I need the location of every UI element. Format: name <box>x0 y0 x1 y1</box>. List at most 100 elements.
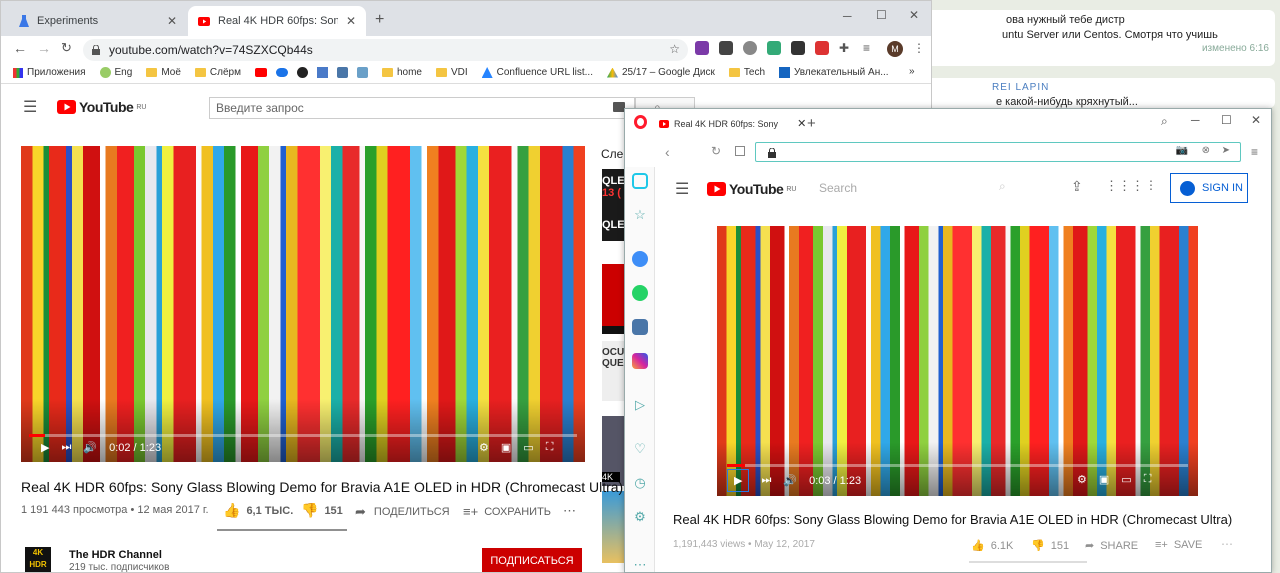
search-input[interactable]: Введите запрос <box>209 97 635 119</box>
bookmark-folder[interactable]: Tech <box>728 67 765 78</box>
maximize-button[interactable]: ☐ <box>1221 113 1232 127</box>
instagram-icon[interactable] <box>632 353 648 369</box>
extension-icon[interactable] <box>815 41 829 55</box>
more-icon[interactable]: ⋮ <box>1145 178 1157 192</box>
new-tab-button[interactable]: + <box>807 115 816 132</box>
star-icon[interactable]: ☆ <box>669 42 680 56</box>
minimize-button[interactable]: ─ <box>843 9 852 23</box>
bookmark-item[interactable]: Eng <box>99 67 132 78</box>
video-player[interactable]: ▶ ⏭ 🔊 0:03 / 1:23 ⚙ ▣ ▭ ⛶ <box>717 226 1198 496</box>
maximize-button[interactable]: ☐ <box>876 8 887 22</box>
settings-icon[interactable]: ⚙ <box>479 441 489 454</box>
easy-setup-icon[interactable]: ≡ <box>1251 145 1258 159</box>
menu-icon[interactable]: ⋮ <box>913 41 925 57</box>
search-icon[interactable]: ⌕ <box>999 179 1006 194</box>
heart-icon[interactable]: ♡ <box>632 441 648 457</box>
play-icon[interactable]: ▶ <box>727 469 750 492</box>
progress-bar[interactable] <box>29 434 577 437</box>
hamburger-menu-icon[interactable]: ☰ <box>23 97 37 117</box>
bookmark-item[interactable]: Confluence URL list... <box>481 67 593 78</box>
back-icon[interactable]: ‹ <box>665 144 670 160</box>
next-icon[interactable]: ⏭ <box>761 474 771 487</box>
reload-icon[interactable]: ↻ <box>711 144 721 158</box>
bookmark-folder[interactable]: Слёрм <box>194 67 241 78</box>
bookmark-folder[interactable]: home <box>381 67 422 78</box>
bookmark-folder[interactable]: Моё <box>146 67 181 78</box>
whatsapp-icon[interactable] <box>632 285 648 301</box>
bookmarks-icon[interactable]: ☆ <box>632 207 648 223</box>
dislike-button[interactable]: 👎 151 <box>301 502 343 519</box>
sign-in-button[interactable]: SIGN IN <box>1170 173 1248 203</box>
settings-icon[interactable]: ⚙ <box>1077 473 1087 486</box>
bookmark-item[interactable]: 25/17 – Google Диск <box>606 67 715 78</box>
send-icon[interactable]: ▷ <box>632 397 648 413</box>
more-actions-icon[interactable]: ⋯ <box>1221 537 1233 551</box>
search-tabs-icon[interactable]: ⌕ <box>1161 114 1168 129</box>
share-button[interactable]: ➦ ПОДЕЛИТЬСЯ <box>355 504 450 520</box>
theater-icon[interactable]: ▭ <box>1121 473 1131 486</box>
send-icon[interactable]: ➤ <box>1222 145 1230 156</box>
channel-name[interactable]: The HDR Channel <box>69 549 162 561</box>
tab-experiments[interactable]: Experiments ✕ <box>9 6 187 36</box>
dislike-button[interactable]: 👎 151 <box>1031 539 1069 553</box>
new-tab-button[interactable]: + <box>375 11 384 29</box>
url-field[interactable]: 📷 ⊗ ➤ <box>755 142 1241 162</box>
profile-avatar[interactable]: M <box>887 41 903 57</box>
close-tab-icon[interactable]: ✕ <box>797 117 806 130</box>
play-icon[interactable]: ▶ <box>41 441 49 454</box>
url-field[interactable]: youtube.com/watch?v=74SZXCQb44s ☆ <box>83 39 688 61</box>
fullscreen-icon[interactable]: ⛶ <box>1144 473 1152 486</box>
share-button[interactable]: ➦ SHARE <box>1085 539 1138 553</box>
bookmark-folder[interactable]: VDI <box>435 67 468 78</box>
settings-icon[interactable]: ⚙ <box>632 509 648 525</box>
tiles-icon[interactable] <box>735 146 745 156</box>
puzzle-icon[interactable]: ✚ <box>839 41 853 55</box>
save-button[interactable]: ≡+ СОХРАНИТЬ <box>463 504 551 519</box>
miniplayer-icon[interactable]: ▣ <box>1099 473 1109 486</box>
camera-icon[interactable]: 📷 <box>1176 145 1188 156</box>
fullscreen-icon[interactable]: ⛶ <box>546 441 554 454</box>
extension-icon[interactable] <box>791 41 805 55</box>
search-input[interactable]: Search <box>819 181 857 195</box>
messenger-icon[interactable] <box>632 251 648 267</box>
subscribe-button[interactable]: ПОДПИСАТЬСЯ <box>482 548 582 572</box>
reload-icon[interactable]: ↻ <box>61 40 72 56</box>
playlist-icon[interactable]: ≡ <box>863 41 877 55</box>
progress-bar[interactable] <box>727 464 1188 467</box>
channel-avatar[interactable]: 4K HDR <box>25 547 51 572</box>
more-icon[interactable]: ⋯ <box>632 557 648 572</box>
minimize-button[interactable]: ─ <box>1191 113 1200 127</box>
close-window-button[interactable]: ✕ <box>909 8 919 22</box>
tab-youtube[interactable]: Real 4K HDR 60fps: Sony Glass Bl ✕ <box>188 6 366 36</box>
vk-icon[interactable] <box>632 319 648 335</box>
like-button[interactable]: 👍 6,1 ТЫС. <box>223 502 293 519</box>
youtube-logo[interactable]: YouTube RU <box>707 181 796 197</box>
back-icon[interactable]: ← <box>13 40 27 56</box>
opera-tab[interactable]: Real 4K HDR 60fps: Sony ✕ <box>659 117 806 130</box>
next-icon[interactable]: ⏭ <box>61 441 71 454</box>
like-button[interactable]: 👍 6.1K <box>971 539 1013 553</box>
youtube-logo[interactable]: YouTube RU <box>57 99 146 115</box>
save-button[interactable]: ≡+ SAVE <box>1155 539 1202 551</box>
close-window-button[interactable]: ✕ <box>1251 113 1261 127</box>
extension-icon[interactable] <box>743 41 757 55</box>
volume-icon[interactable]: 🔊 <box>783 474 797 487</box>
extension-icon[interactable] <box>719 41 733 55</box>
apps-grid-icon[interactable]: ⋮⋮⋮ <box>1105 178 1144 194</box>
theater-icon[interactable]: ▭ <box>523 441 533 454</box>
close-tab-icon[interactable]: ✕ <box>167 14 177 28</box>
miniplayer-icon[interactable]: ▣ <box>501 441 511 454</box>
extension-icon[interactable] <box>695 41 709 55</box>
opera-logo-icon[interactable] <box>634 115 647 129</box>
bookmark-item[interactable]: Увлекательный Ан... <box>779 67 889 78</box>
bookmark-icons[interactable] <box>254 67 368 78</box>
adblock-icon[interactable]: ⊗ <box>1202 145 1210 156</box>
forward-icon[interactable]: → <box>37 40 51 56</box>
home-icon[interactable] <box>632 173 648 189</box>
upload-icon[interactable]: ⇪ <box>1071 178 1083 195</box>
close-tab-icon[interactable]: ✕ <box>346 14 356 28</box>
extension-icon[interactable] <box>767 41 781 55</box>
history-icon[interactable]: ◷ <box>632 475 648 491</box>
bookmarks-more[interactable]: » <box>909 66 915 77</box>
bookmark-apps[interactable]: Приложения <box>13 67 86 78</box>
